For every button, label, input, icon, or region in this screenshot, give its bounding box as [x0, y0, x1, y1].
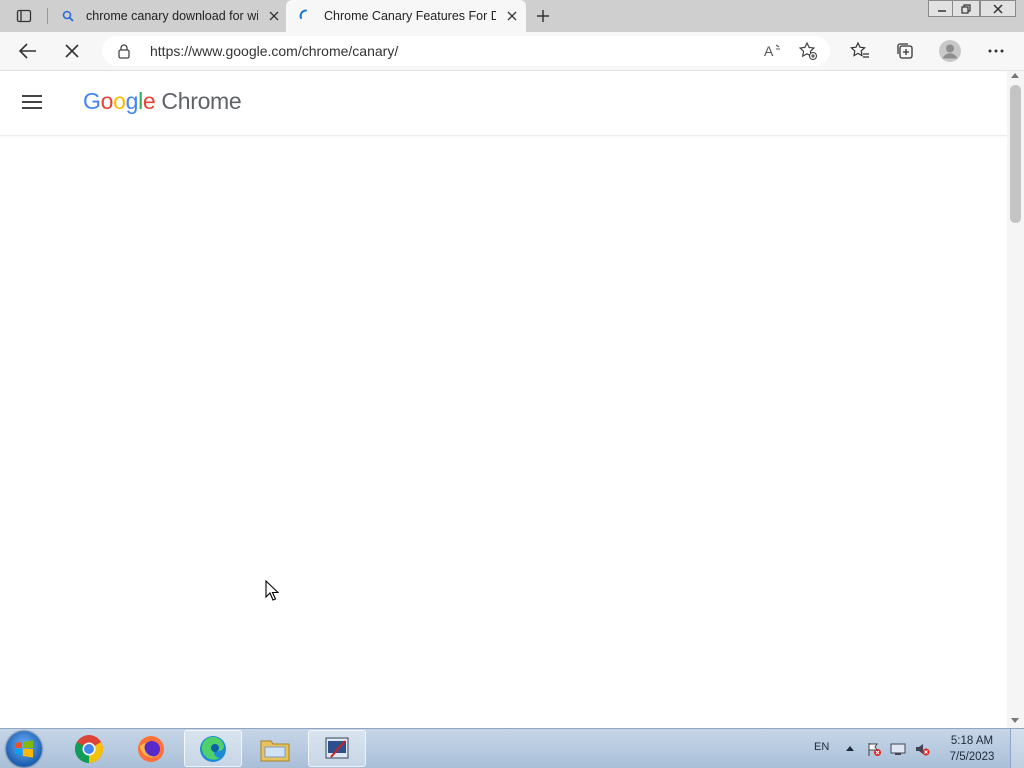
show-hidden-icons-icon[interactable]: [846, 746, 854, 751]
mouse-cursor-icon: [265, 580, 279, 601]
scrollbar-thumb[interactable]: [1010, 85, 1021, 223]
tab-search[interactable]: chrome canary download for wir: [48, 0, 286, 32]
collections-button[interactable]: [890, 36, 920, 66]
logo-letter: o: [100, 88, 114, 114]
taskbar-edge[interactable]: [184, 730, 242, 767]
logo-letter: G: [83, 88, 101, 114]
taskbar-screen-tool[interactable]: [308, 730, 366, 767]
close-tab-icon[interactable]: [504, 8, 520, 24]
stop-loading-button[interactable]: [57, 36, 87, 66]
taskbar-firefox[interactable]: [122, 730, 180, 767]
collections-icon: [897, 43, 913, 59]
network-icon[interactable]: [890, 741, 906, 757]
edge-icon: [200, 735, 226, 762]
profile-button[interactable]: [935, 36, 965, 66]
tab-bar: chrome canary download for wir Chrome Ca…: [0, 0, 1024, 32]
svg-text:A: A: [764, 43, 774, 59]
loading-spinner-icon: [298, 8, 314, 24]
close-window-button[interactable]: [980, 0, 1016, 17]
site-header: Google Chrome: [0, 71, 1007, 136]
url-text[interactable]: https://www.google.com/chrome/canary/: [150, 43, 398, 59]
search-icon: [60, 8, 76, 24]
language-indicator[interactable]: EN: [814, 741, 829, 753]
read-aloud-icon[interactable]: A: [762, 41, 784, 61]
avatar-icon: [939, 40, 961, 62]
tab-chrome-canary[interactable]: Chrome Canary Features For Dev: [286, 0, 526, 32]
plus-icon: [537, 10, 549, 22]
clock-time: 5:18 AM: [950, 735, 994, 747]
close-tab-icon[interactable]: [266, 8, 282, 24]
windows-logo-icon: [15, 740, 33, 758]
web-page: Google Chrome: [0, 71, 1007, 728]
logo-letter: e: [142, 88, 156, 114]
tab-actions-button[interactable]: [8, 6, 40, 26]
minimize-icon: [938, 9, 946, 12]
back-button[interactable]: [13, 36, 43, 66]
file-explorer-icon: [260, 740, 290, 761]
tab-actions-icon: [16, 9, 32, 23]
close-icon: [993, 3, 1003, 14]
tab-title: Chrome Canary Features For Dev: [324, 9, 496, 23]
google-chrome-logo[interactable]: Google Chrome: [83, 88, 242, 115]
screen-tool-icon: [325, 737, 349, 758]
page-scrollbar[interactable]: [1007, 71, 1024, 728]
scroll-up-icon[interactable]: [1011, 73, 1019, 78]
firefox-icon: [138, 735, 164, 762]
address-bar[interactable]: https://www.google.com/chrome/canary/ A: [102, 36, 830, 66]
taskbar-chrome[interactable]: [60, 730, 118, 767]
restore-button[interactable]: [952, 0, 980, 17]
clock-date: 7/5/2023: [949, 751, 995, 763]
lock-icon[interactable]: [116, 43, 132, 59]
browser-toolbar: https://www.google.com/chrome/canary/ A: [0, 32, 1024, 71]
back-arrow-icon: [19, 43, 36, 59]
tab-title: chrome canary download for wir: [86, 9, 258, 23]
taskbar-explorer[interactable]: [246, 730, 304, 767]
action-center-flag-icon[interactable]: [866, 741, 882, 757]
taskbar: EN 5:18 AM 7/5/2023: [0, 728, 1024, 768]
stop-icon: [65, 44, 79, 58]
favorites-icon: [850, 42, 869, 58]
show-desktop-button[interactable]: [1010, 729, 1024, 768]
volume-muted-icon[interactable]: [914, 741, 930, 757]
start-button[interactable]: [6, 731, 42, 767]
chrome-icon: [75, 734, 103, 763]
restore-icon: [961, 3, 971, 14]
hamburger-menu-icon[interactable]: [22, 95, 42, 111]
system-clock[interactable]: 5:18 AM 7/5/2023: [940, 733, 1004, 765]
scroll-down-icon[interactable]: [1011, 718, 1019, 723]
new-tab-button[interactable]: [532, 5, 554, 27]
logo-letter: o: [113, 88, 126, 114]
logo-letter: g: [125, 88, 139, 114]
more-options-icon: [988, 49, 1004, 53]
favorites-button[interactable]: [845, 36, 875, 66]
add-favorite-icon[interactable]: [798, 41, 818, 61]
product-name: Chrome: [161, 88, 242, 114]
settings-menu-button[interactable]: [981, 36, 1011, 66]
google-wordmark: Google: [83, 88, 156, 114]
